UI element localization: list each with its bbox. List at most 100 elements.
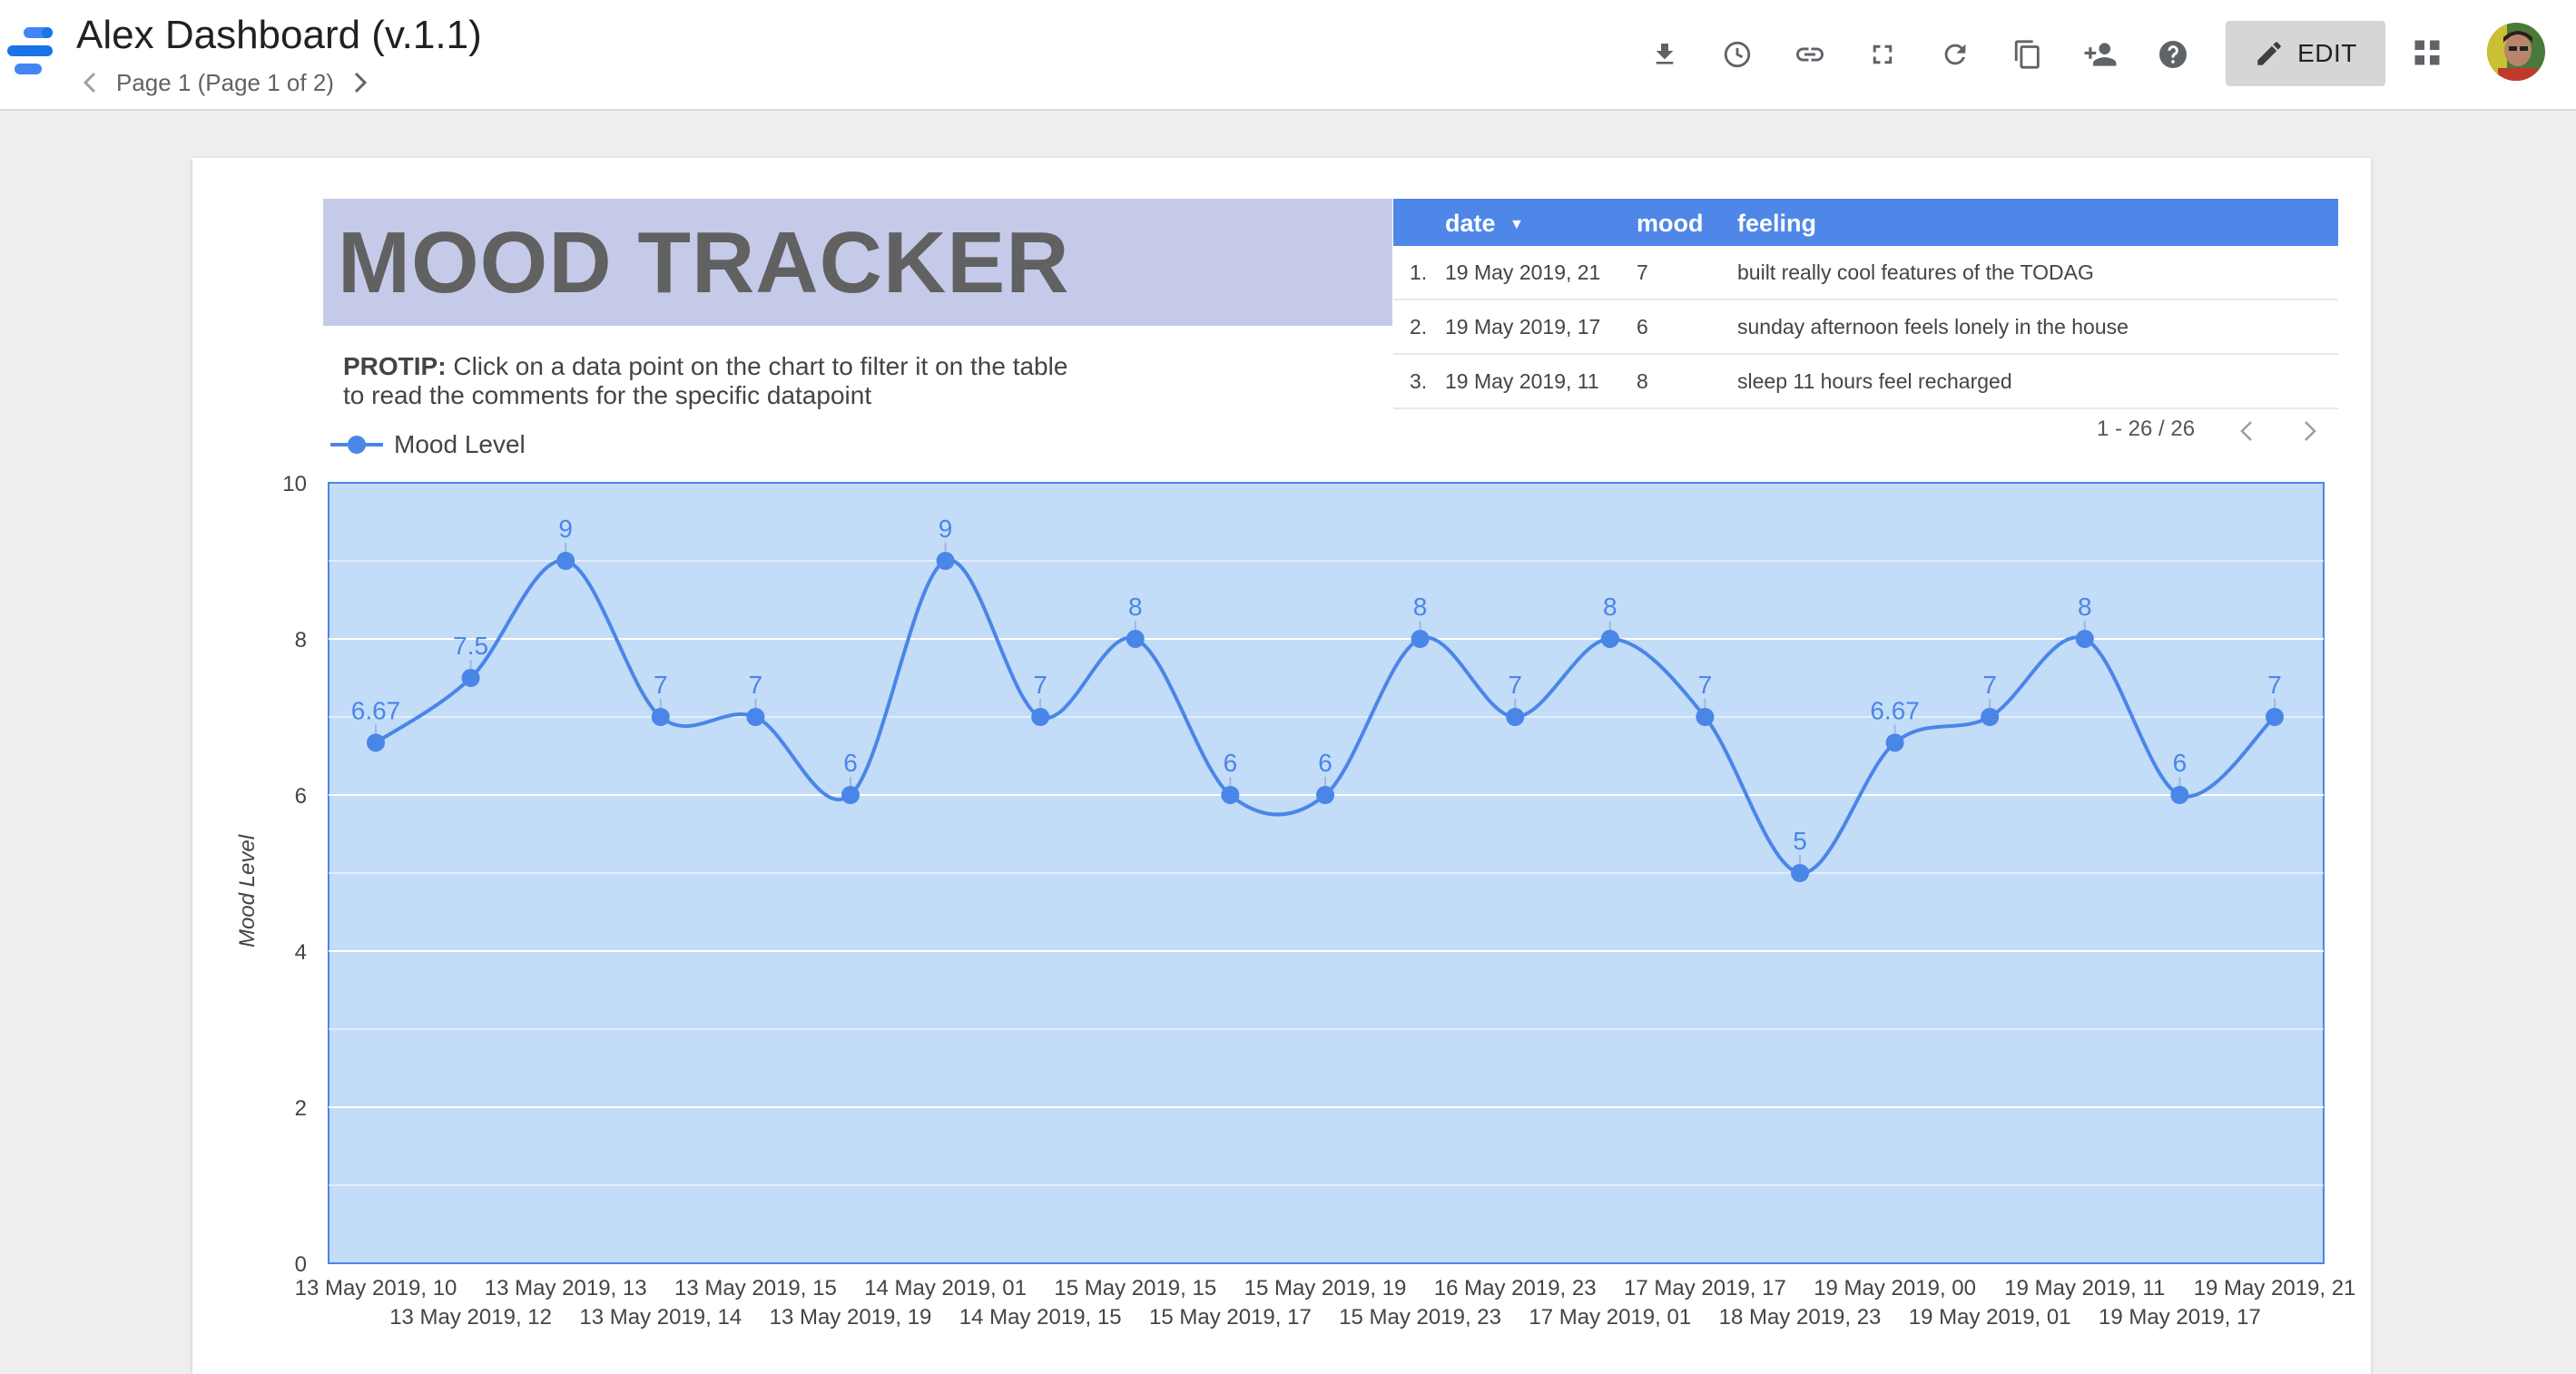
x-tick-label: 13 May 2019, 14	[579, 1305, 742, 1330]
mood-table: date ▼ mood feeling 1. 19 May 2019, 21 7…	[1393, 199, 2338, 409]
link-icon[interactable]	[1790, 34, 1830, 74]
data-label: 6	[843, 749, 858, 777]
data-point[interactable]	[936, 552, 955, 570]
history-icon[interactable]	[1717, 34, 1757, 74]
edit-button[interactable]: EDIT	[2226, 21, 2385, 86]
data-point[interactable]	[1221, 786, 1240, 804]
data-point[interactable]	[746, 708, 765, 726]
column-header-mood[interactable]: mood	[1637, 210, 1704, 238]
y-tick-label: 10	[282, 472, 307, 496]
legend-label: Mood Level	[394, 430, 526, 458]
data-point[interactable]	[1696, 708, 1715, 726]
data-point[interactable]	[1411, 630, 1430, 648]
row-mood: 8	[1637, 369, 1648, 393]
top-bar: Alex Dashboard (v.1.1) Page 1 (Page 1 of…	[0, 0, 2576, 111]
data-label: 7	[1508, 671, 1522, 699]
row-mood: 6	[1637, 315, 1648, 339]
x-tick-label: 13 May 2019, 12	[389, 1305, 552, 1330]
x-tick-label: 15 May 2019, 19	[1244, 1276, 1407, 1300]
x-tick-label: 14 May 2019, 01	[864, 1276, 1027, 1300]
row-feeling: sleep 11 hours feel recharged	[1737, 369, 2012, 393]
data-label: 9	[558, 515, 573, 543]
row-index: 1.	[1410, 260, 1428, 284]
x-tick-label: 13 May 2019, 15	[674, 1276, 837, 1300]
data-point[interactable]	[651, 708, 670, 726]
chart-legend[interactable]: Mood Level	[330, 430, 526, 458]
data-label: 6	[2173, 749, 2188, 777]
download-icon[interactable]	[1645, 34, 1685, 74]
x-tick-label: 17 May 2019, 01	[1529, 1305, 1691, 1330]
apps-grid-icon[interactable]	[2407, 33, 2447, 73]
x-tick-label: 16 May 2019, 23	[1434, 1276, 1597, 1300]
data-label: 5	[1793, 827, 1807, 855]
previous-page-chevron-icon[interactable]	[76, 69, 103, 96]
y-tick-label: 0	[295, 1252, 307, 1277]
row-feeling: sunday afternoon feels lonely in the hou…	[1737, 315, 2129, 339]
x-tick-label: 19 May 2019, 21	[2194, 1276, 2356, 1300]
x-tick-label: 19 May 2019, 01	[1909, 1305, 2071, 1330]
data-point[interactable]	[1885, 733, 1904, 752]
x-tick-label: 19 May 2019, 17	[2099, 1305, 2261, 1330]
table-header: date ▼ mood feeling	[1393, 199, 2338, 246]
table-row[interactable]: 1. 19 May 2019, 21 7 built really cool f…	[1393, 246, 2338, 300]
pencil-icon	[2257, 42, 2281, 65]
data-point[interactable]	[2075, 630, 2094, 648]
data-point[interactable]	[2266, 708, 2284, 726]
data-label: 7.5	[453, 632, 488, 660]
row-date: 19 May 2019, 17	[1445, 315, 1601, 339]
data-point[interactable]	[461, 669, 480, 687]
page-label[interactable]: Page 1 (Page 1 of 2)	[116, 69, 334, 97]
data-point[interactable]	[1791, 864, 1809, 882]
data-label: 6	[1224, 749, 1238, 777]
data-point[interactable]	[1031, 708, 1050, 726]
x-tick-label: 15 May 2019, 17	[1149, 1305, 1312, 1330]
y-axis-title: Mood Level	[235, 834, 260, 947]
x-tick-label: 15 May 2019, 23	[1339, 1305, 1501, 1330]
mood-line-chart: Mood Level 0 2 4 6 8 10 Mood Level 13 May 201…	[235, 430, 2356, 1330]
data-point[interactable]	[556, 552, 575, 570]
copy-icon[interactable]	[2008, 34, 2048, 74]
data-point[interactable]	[1126, 630, 1145, 648]
x-tick-label: 19 May 2019, 11	[2004, 1276, 2165, 1300]
help-icon[interactable]	[2153, 34, 2193, 74]
data-point[interactable]	[2170, 786, 2189, 804]
data-point[interactable]	[1506, 708, 1525, 726]
row-date: 19 May 2019, 21	[1445, 260, 1601, 284]
y-tick-label: 2	[295, 1096, 307, 1121]
row-index: 3.	[1410, 369, 1428, 393]
x-tick-label: 15 May 2019, 15	[1054, 1276, 1216, 1300]
data-point[interactable]	[841, 786, 860, 804]
avatar[interactable]	[2487, 23, 2545, 81]
data-label: 7	[1982, 671, 1997, 699]
data-label: 8	[1413, 593, 1428, 621]
data-label: 6.67	[1870, 696, 1920, 724]
row-index: 2.	[1410, 315, 1428, 339]
data-label: 6	[1318, 749, 1332, 777]
data-label: 7	[749, 671, 763, 699]
data-point[interactable]	[1316, 786, 1334, 804]
y-tick-label: 8	[295, 628, 307, 653]
refresh-icon[interactable]	[1935, 34, 1975, 74]
table-row[interactable]: 2. 19 May 2019, 17 6 sunday afternoon fe…	[1393, 300, 2338, 355]
data-point[interactable]	[367, 733, 385, 752]
table-row[interactable]: 3. 19 May 2019, 11 8 sleep 11 hours feel…	[1393, 355, 2338, 409]
column-header-feeling[interactable]: feeling	[1737, 210, 1816, 238]
data-label: 7	[1698, 671, 1713, 699]
column-header-date[interactable]: date ▼	[1445, 210, 1524, 238]
report-title: MOOD TRACKER	[338, 214, 1070, 311]
y-axis: 0 2 4 6 8 10	[282, 472, 307, 1277]
protip-text: PROTIP: Click on a data point on the cha…	[343, 352, 1069, 410]
x-tick-label: 13 May 2019, 10	[295, 1276, 457, 1300]
x-tick-label: 18 May 2019, 23	[1719, 1305, 1882, 1330]
sort-descending-icon: ▼	[1509, 217, 1524, 232]
fullscreen-icon[interactable]	[1863, 34, 1903, 74]
data-point[interactable]	[1600, 630, 1619, 648]
x-tick-label: 13 May 2019, 13	[485, 1276, 647, 1300]
row-date: 19 May 2019, 11	[1445, 369, 1599, 393]
data-studio-logo-icon[interactable]	[5, 25, 54, 76]
add-person-icon[interactable]	[2080, 34, 2120, 74]
next-page-chevron-icon[interactable]	[347, 69, 374, 96]
data-point[interactable]	[1981, 708, 2000, 726]
x-tick-label: 14 May 2019, 15	[959, 1305, 1122, 1330]
page-navigator: Page 1 (Page 1 of 2)	[76, 67, 374, 98]
